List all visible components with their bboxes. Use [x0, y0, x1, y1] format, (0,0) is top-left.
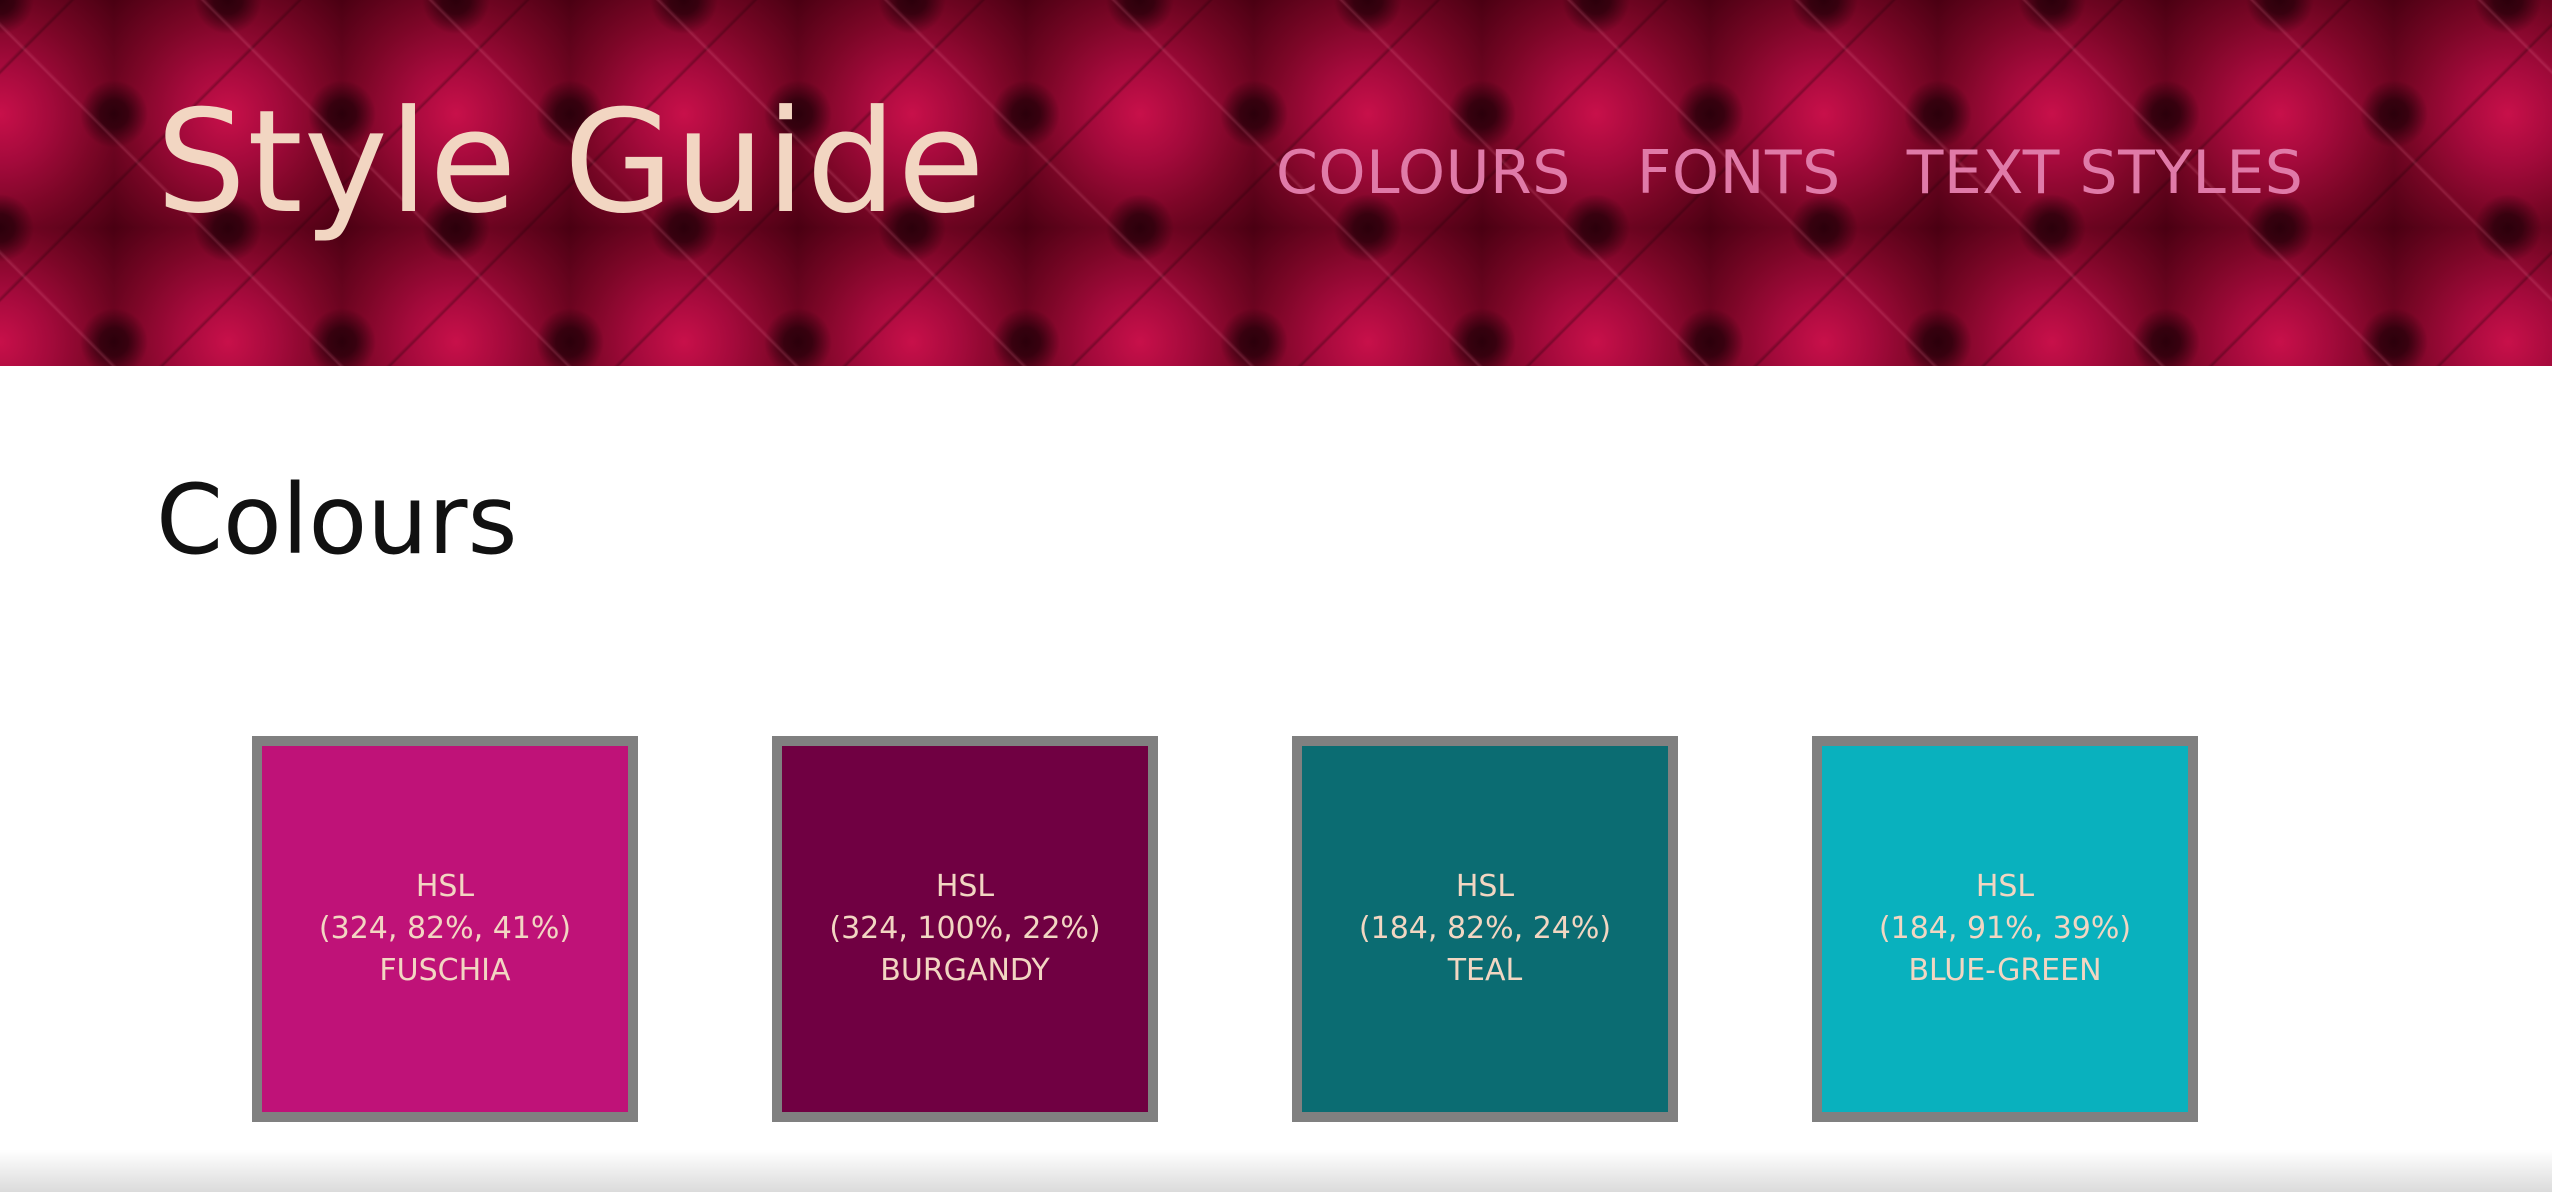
swatch-model: HSL — [415, 869, 475, 904]
swatch-name: TEAL — [1447, 953, 1523, 988]
swatch-fuschia: HSL (324, 82%, 41%) FUSCHIA — [252, 736, 638, 1122]
colours-heading: Colours — [156, 464, 518, 576]
swatch-burgandy: HSL (324, 100%, 22%) BURGANDY — [772, 736, 1158, 1122]
swatch-model: HSL — [1975, 869, 2035, 904]
swatch-values: (184, 82%, 24%) — [1358, 911, 1612, 946]
swatch-values: (324, 100%, 22%) — [829, 911, 1101, 946]
swatch-name: BURGANDY — [880, 953, 1050, 988]
swatch-values: (324, 82%, 41%) — [318, 911, 572, 946]
swatch-teal: HSL (184, 82%, 24%) TEAL — [1292, 736, 1678, 1122]
site-title: Style Guide — [156, 80, 986, 245]
swatch-model: HSL — [935, 869, 995, 904]
nav-link-colours[interactable]: COLOURS — [1276, 128, 1571, 218]
swatch-name: BLUE-GREEN — [1908, 953, 2102, 988]
swatch-blue-green: HSL (184, 91%, 39%) BLUE-GREEN — [1812, 736, 2198, 1122]
bottom-shadow — [0, 1150, 2552, 1192]
swatch-model: HSL — [1455, 869, 1515, 904]
nav-link-fonts[interactable]: FONTS — [1637, 128, 1841, 218]
main-nav: COLOURS FONTS TEXT STYLES — [1276, 128, 2303, 218]
swatch-name: FUSCHIA — [379, 953, 511, 988]
site-header: Style Guide COLOURS FONTS TEXT STYLES — [0, 0, 2552, 366]
nav-link-text-styles[interactable]: TEXT STYLES — [1907, 128, 2304, 218]
swatch-values: (184, 91%, 39%) — [1878, 911, 2132, 946]
